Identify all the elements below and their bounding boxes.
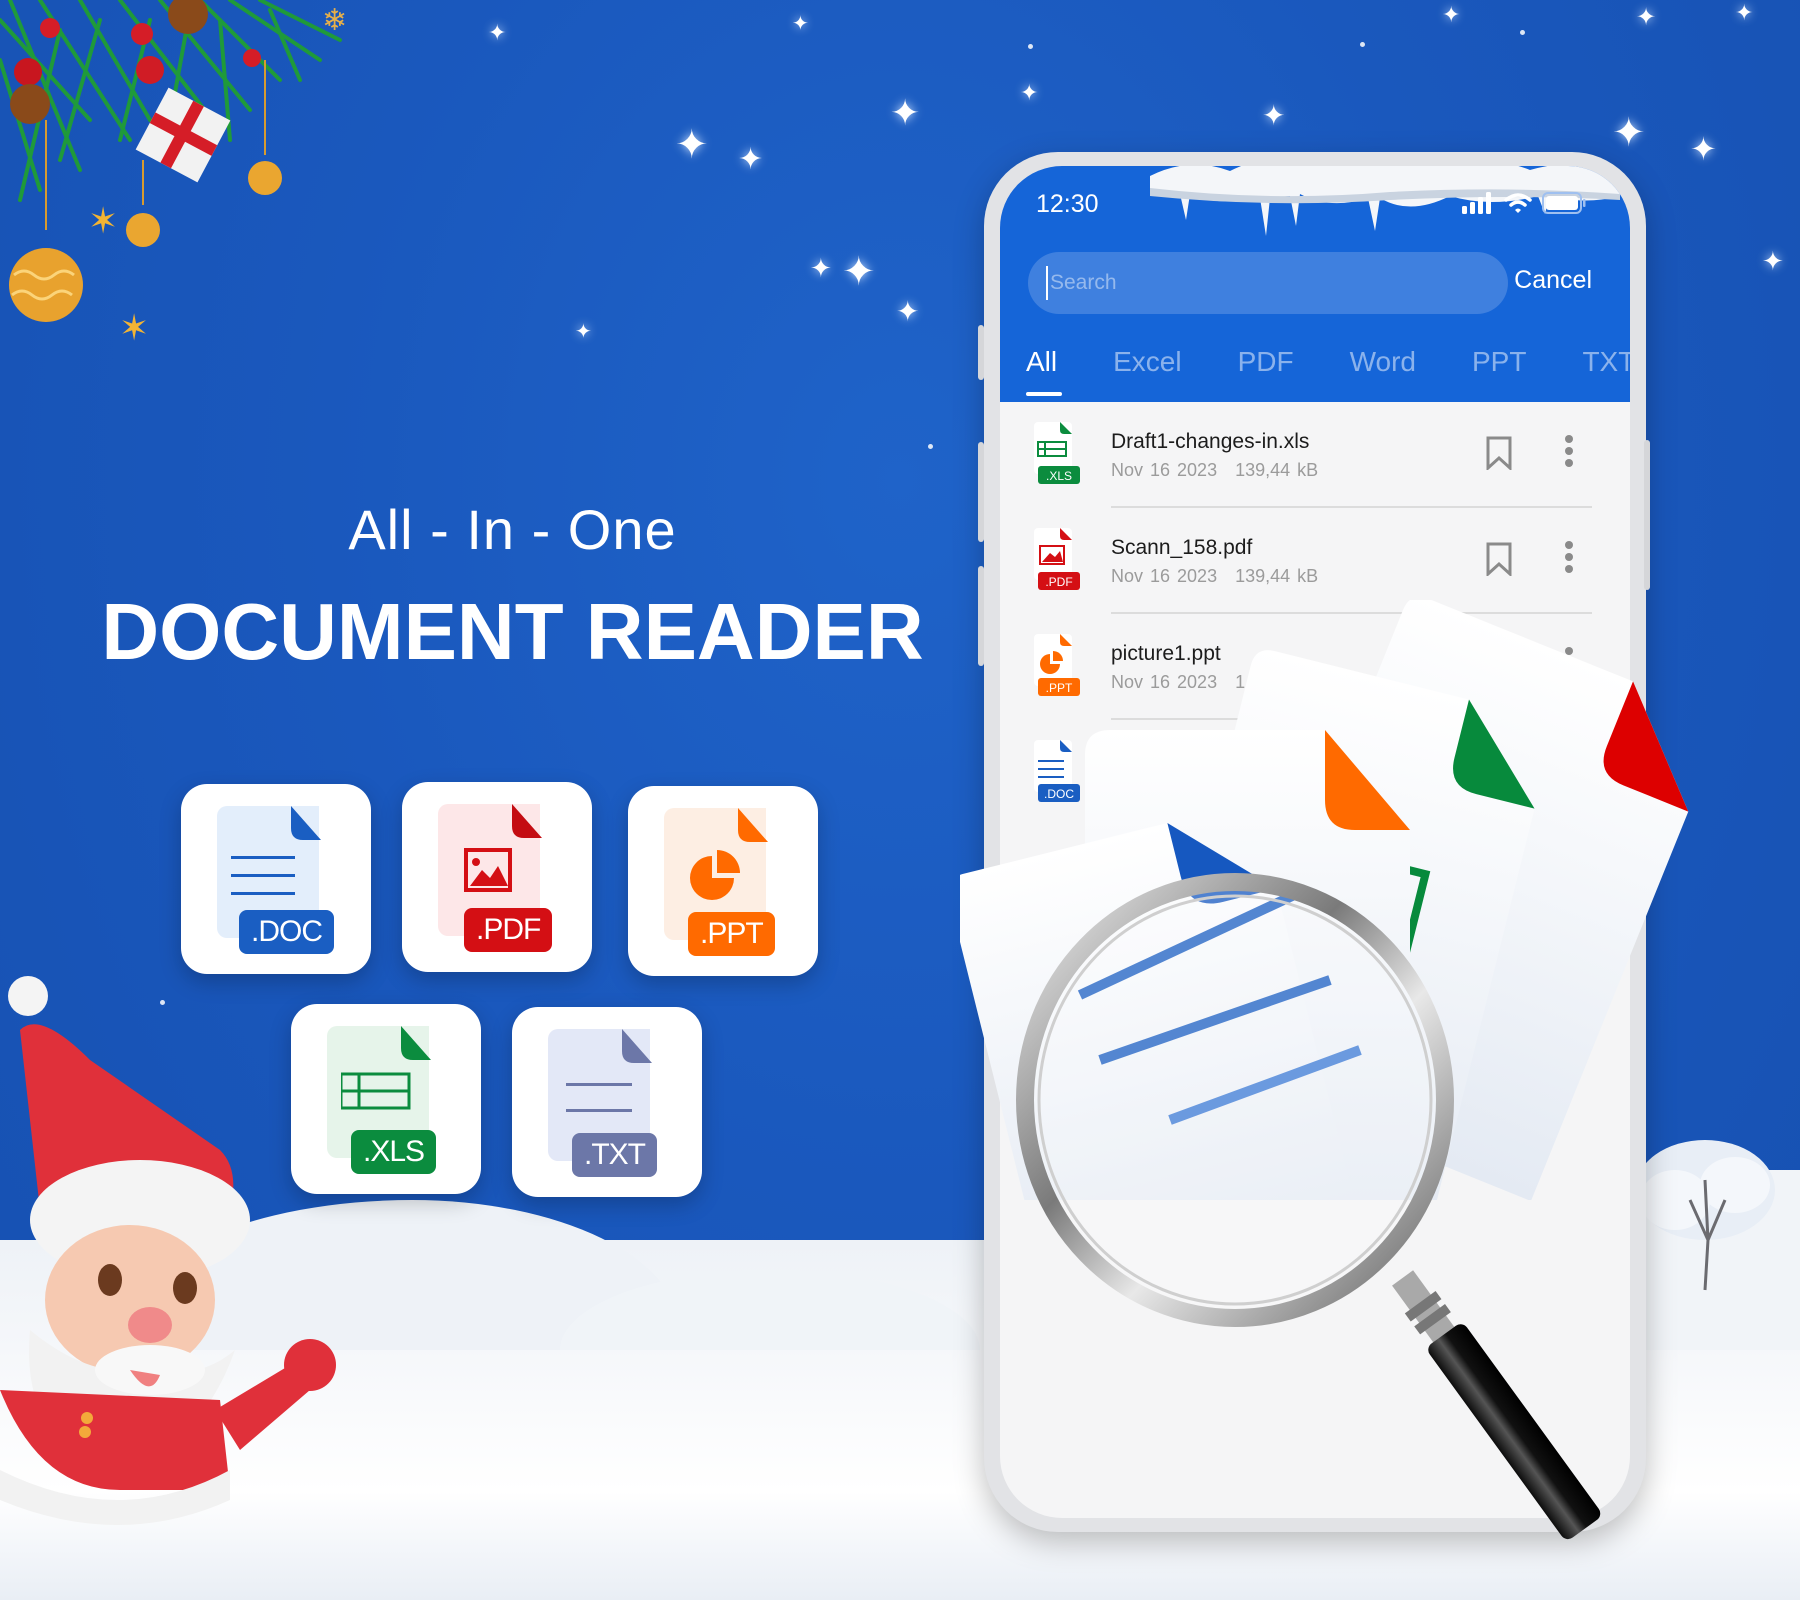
format-card-txt: .TXT [512,1007,702,1197]
image-icon [464,848,512,892]
page-fold-icon [738,808,768,842]
sparkle-icon: ✦ [738,143,764,176]
battery-icon [1542,192,1586,214]
text-lines-icon [566,1083,632,1112]
file-badge: .PDF [1045,575,1072,589]
snowflake-dot [928,444,933,449]
cancel-button[interactable]: Cancel [1514,266,1592,295]
pdf-file-icon: .PDF [1034,528,1080,590]
bookmark-icon[interactable] [1486,436,1512,470]
page-fold-icon [401,1026,431,1060]
christmas-garland-decoration: ✶ ✶ ❄ [0,0,347,349]
file-meta: Nov 16 2023 139,44 kB [1111,460,1318,481]
sparkle-icon: ✦ [1762,246,1784,276]
format-card-xls: .XLS [291,1004,481,1194]
format-badge: .DOC [239,910,334,954]
svg-text:❄: ❄ [322,3,347,38]
status-icons [1462,192,1586,214]
sparkle-icon: ✦ [792,13,809,35]
page-fold-icon [291,806,321,840]
file-name: Scann_158.pdf [1111,536,1253,559]
format-card-ppt: .PPT [628,786,818,976]
tab-txt[interactable]: TXT [1582,346,1630,378]
pie-chart-icon [690,850,740,900]
wifi-icon [1504,193,1532,213]
snowflake-dot [1028,44,1033,49]
status-time: 12:30 [1036,190,1099,218]
more-options-icon[interactable] [1564,540,1574,574]
svg-text:✶: ✶ [88,201,118,242]
tab-excel[interactable]: Excel [1113,346,1181,378]
phone-side-button [978,325,984,380]
file-date: Nov 16 2023 [1111,566,1218,586]
sparkle-icon: ✦ [1442,2,1461,27]
app-header: 12:30 Cancel All E [1000,166,1630,402]
tagline: All - In - One [348,498,677,561]
format-badge: .PPT [688,912,775,956]
search-box[interactable] [1028,252,1508,314]
more-options-icon[interactable] [1564,434,1574,468]
format-badge: .XLS [351,1130,437,1174]
tab-word[interactable]: Word [1350,346,1416,378]
sparkle-icon: ✦ [1735,0,1754,25]
file-size: 139,44 kB [1235,566,1319,586]
phone-side-button [1644,440,1650,590]
format-card-doc: .DOC [181,784,371,974]
page-fold-icon [512,804,542,838]
sparkle-icon: ✦ [890,92,921,133]
file-name: Draft1-changes-in.xls [1111,430,1310,453]
bookmark-icon[interactable] [1486,542,1512,576]
file-date: Nov 16 2023 [1111,460,1218,480]
filter-tabs: All Excel PDF Word PPT TXT [1026,346,1630,396]
magnifying-glass-illustration [1016,873,1601,1540]
format-card-pdf: .PDF [402,782,592,972]
file-size: 139,44 kB [1235,460,1319,480]
phone-side-button [978,442,984,542]
sparkle-icon: ✦ [1262,100,1286,131]
spreadsheet-grid-icon [341,1072,411,1110]
sparkle-icon: ✦ [1636,4,1657,31]
search-input[interactable] [1046,266,1486,300]
tab-pdf[interactable]: PDF [1238,346,1294,378]
sparkle-icon: ✦ [488,20,507,45]
file-meta: Nov 16 2023 139,44 kB [1111,566,1318,587]
sparkle-icon: ✦ [1690,131,1717,167]
file-row[interactable]: .PDF Scann_158.pdf Nov 16 2023 139,44 kB [1000,508,1630,614]
format-badge: .TXT [572,1133,657,1177]
page-fold-icon [622,1029,652,1063]
xls-file-icon: .XLS [1034,422,1080,484]
sparkle-icon: ✦ [1020,80,1039,105]
tab-ppt[interactable]: PPT [1472,346,1526,378]
snowflake-dot [1520,30,1525,35]
snowflake-dot [1360,42,1365,47]
sparkle-icon: ✦ [1612,111,1646,155]
sparkle-icon: ✦ [575,321,592,343]
tab-all[interactable]: All [1026,346,1063,396]
sparkle-icon: ✦ [810,253,832,283]
signal-icon [1462,192,1491,214]
file-badge: .XLS [1046,469,1072,483]
sparkle-icon: ✦ [896,296,920,327]
format-badge: .PDF [464,908,553,952]
sparkle-icon: ✦ [842,250,876,294]
svg-text:✶: ✶ [119,308,149,349]
sparkle-icon: ✦ [675,123,709,167]
headline: DOCUMENT READER [101,587,924,676]
text-lines-icon [231,856,295,895]
file-row[interactable]: .XLS Draft1-changes-in.xls Nov 16 2023 13… [1000,402,1630,508]
magnifier-handle [1428,1324,1601,1540]
